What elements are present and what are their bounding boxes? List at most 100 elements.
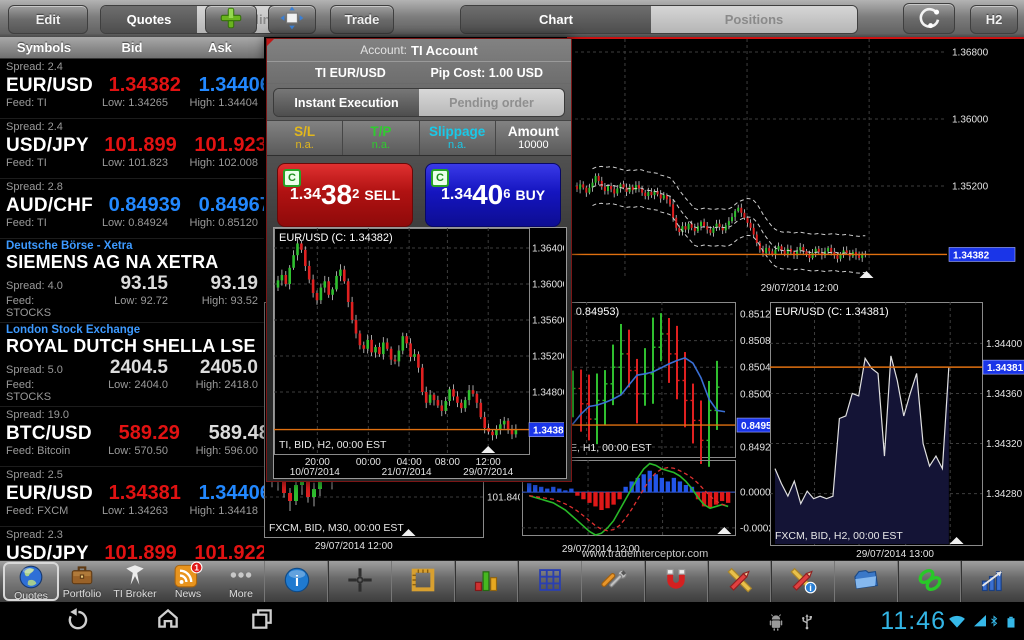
draw-tools-icon [726, 566, 754, 599]
bid-price: 589.29 [92, 422, 180, 445]
tab-chart[interactable]: Chart [461, 6, 651, 33]
buy-price-big: 40 [472, 181, 503, 209]
svg-text:1.36000: 1.36000 [532, 279, 564, 290]
symbol-name: USD/JPY [6, 543, 89, 560]
svg-text:E, H1, 00:00 EST: E, H1, 00:00 EST [570, 442, 652, 454]
high-label: High: 93.52 [168, 295, 258, 307]
dialog-chart[interactable]: 1.364001.360001.356001.352001.348001.343… [273, 227, 567, 479]
add-symbol-button[interactable] [205, 5, 257, 34]
toolbar-tab-label: TI Broker [113, 588, 156, 600]
toolbar-tab-news[interactable]: 1News [162, 562, 214, 601]
symbol-name: AUD/CHF [6, 195, 93, 217]
svg-text:i: i [294, 572, 298, 589]
order-buttons: C 1.34382SELL C 1.34406BUY [267, 156, 571, 232]
recents-button[interactable] [240, 607, 284, 635]
toolbar-button-draw-tools-info[interactable]: i [770, 561, 835, 603]
order-type-tabs: Instant Execution Pending order [273, 88, 565, 117]
magnet-icon [662, 566, 690, 599]
svg-text:1.35200: 1.35200 [532, 351, 564, 362]
quote-row-usd-jpy[interactable]: Spread: 2.4USD/JPY101.899101.923Feed: TI… [0, 119, 264, 179]
ask-price: 101.922 [177, 542, 264, 560]
toolbar-button-folder[interactable] [834, 561, 899, 603]
svg-text:1.34400: 1.34400 [986, 339, 1023, 350]
symbol-name: BTC/USD [6, 423, 92, 445]
col-symbols: Symbols [0, 37, 88, 58]
tab-pending-order[interactable]: Pending order [419, 89, 564, 116]
edit-button[interactable]: Edit [8, 5, 88, 34]
back-button[interactable] [52, 607, 96, 635]
quote-row-eur-usd[interactable]: Spread: 2.4EUR/USD1.343821.34406Feed: TI… [0, 59, 264, 119]
low-label: Low: 1.34265 [80, 97, 168, 109]
quote-row-aud-chf[interactable]: Spread: 2.8AUD/CHF0.849390.84967Feed: TI… [0, 179, 264, 239]
field-tp[interactable]: T/Pn.a. [343, 121, 419, 155]
toolbar-button-grid[interactable] [517, 561, 582, 603]
toolbar-button-draw-tools[interactable] [707, 561, 772, 603]
tab-instant-execution[interactable]: Instant Execution [274, 89, 419, 116]
toolbar-button-crosshair[interactable] [327, 561, 392, 603]
field-value: n.a. [295, 139, 313, 152]
field-slippage[interactable]: Slippagen.a. [420, 121, 496, 155]
tab-positions[interactable]: Positions [651, 6, 857, 33]
toolbar-button-analysis[interactable] [960, 561, 1024, 603]
bluetooth-icon [988, 611, 1000, 636]
ask-price: 1.34406 [181, 74, 264, 97]
trade-button[interactable]: Trade [330, 5, 394, 34]
high-label: High: 2418.0 [168, 379, 258, 391]
svg-text:1: 1 [194, 563, 199, 573]
home-button[interactable] [146, 607, 190, 635]
ask-price: 1.34406 [181, 482, 264, 505]
spread-label: Spread: 19.0 [6, 408, 258, 422]
chart-window-eurusd-area[interactable]: 1.344001.343601.343201.342801.34381EUR/U… [770, 302, 1024, 560]
symbol-name: EUR/USD [6, 483, 93, 505]
svg-text:10/07/2014: 10/07/2014 [290, 467, 340, 476]
svg-text:21/07/2014: 21/07/2014 [382, 467, 432, 476]
field-sl[interactable]: S/Ln.a. [267, 121, 343, 155]
svg-text:1.36800: 1.36800 [952, 47, 989, 58]
field-amount[interactable]: Amount10000 [496, 121, 571, 155]
quote-row-royal-dutch-shella-lse[interactable]: London Stock ExchangeROYAL DUTCH SHELLA … [0, 323, 264, 407]
toolbar-tab-portfolio[interactable]: Portfolio [56, 562, 108, 601]
chart-window-eurusd-h2[interactable]: 1.368001.360001.352001.3438229/07/2014 1… [567, 37, 1024, 304]
back-icon [59, 606, 89, 637]
svg-text:08:00: 08:00 [435, 457, 460, 468]
toolbar-button-info[interactable]: i [264, 561, 329, 603]
toolbar-tab-quotes[interactable]: Quotes [3, 562, 59, 601]
buy-price-prefix: 1.34 [441, 186, 472, 204]
arrange-windows-button[interactable] [268, 5, 316, 34]
sync-button[interactable] [903, 3, 955, 34]
field-label: Slippage [429, 124, 485, 139]
svg-text:i: i [809, 583, 812, 593]
toolbar-button-frame-ruler[interactable] [391, 561, 456, 603]
buy-price-sup: 6 [503, 186, 510, 201]
buy-button[interactable]: C 1.34406BUY [425, 163, 561, 227]
svg-text:1.34280: 1.34280 [986, 489, 1023, 500]
recents-icon [247, 606, 277, 637]
toolbar-button-magnet[interactable] [644, 561, 709, 603]
quote-row-usd-jpy[interactable]: Spread: 2.3USD/JPY101.899101.922 [0, 527, 264, 560]
ask-price: 93.19 [168, 273, 258, 295]
exchange-label: Deutsche Börse - Xetra [6, 240, 258, 252]
symbol-name: ROYAL DUTCH SHELLA LSE [6, 336, 258, 357]
quote-row-btc-usd[interactable]: Spread: 19.0BTC/USD589.29589.48Feed: Bit… [0, 407, 264, 467]
toolbar-tab-ti-broker[interactable]: TI Broker [109, 562, 161, 601]
svg-text:FXCM, BID, H2, 00:00 EST: FXCM, BID, H2, 00:00 EST [775, 530, 903, 542]
toolbar-button-link[interactable] [897, 561, 962, 603]
timeframe-button[interactable]: H2 [970, 5, 1018, 34]
svg-text:1.34382: 1.34382 [953, 250, 990, 261]
toolbar-button-tools[interactable] [581, 561, 646, 603]
sell-button[interactable]: C 1.34382SELL [277, 163, 413, 227]
more-dots-icon [228, 562, 254, 588]
wifi-icon [946, 611, 968, 636]
dialog-chart: 1.364001.360001.356001.352001.348001.343… [274, 228, 564, 476]
area-chart: 1.344001.343601.343201.342801.34381EUR/U… [770, 302, 1024, 560]
quotes-header: SymbolsBidAsk [0, 37, 264, 59]
ask-price: 589.48 [180, 422, 264, 445]
toolbar-tab-more[interactable]: More [215, 562, 267, 601]
quote-row-eur-usd[interactable]: Spread: 2.5EUR/USD1.343811.34406Feed: FX… [0, 467, 264, 527]
field-value: n.a. [372, 139, 390, 152]
toolbar-button-bar-chart[interactable] [454, 561, 519, 603]
account-row[interactable]: Account:TI Account [267, 39, 571, 62]
tab-quotes[interactable]: Quotes [101, 6, 197, 33]
svg-text:29/07/2014 12:00: 29/07/2014 12:00 [761, 283, 839, 294]
quote-row-siemens-ag-na-xetra[interactable]: Deutsche Börse - XetraSIEMENS AG NA XETR… [0, 239, 264, 323]
